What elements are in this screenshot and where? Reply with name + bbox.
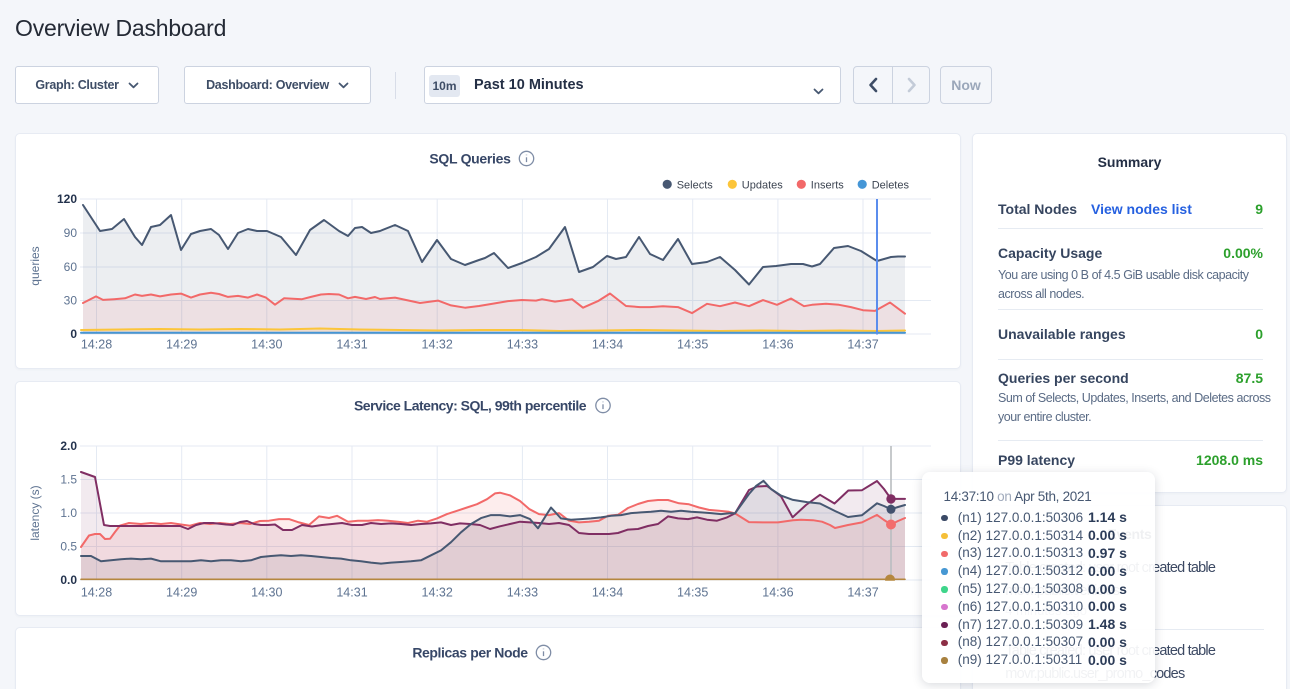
svg-text:14:30: 14:30	[251, 338, 282, 352]
svg-text:14:28: 14:28	[81, 586, 112, 600]
svg-text:14:33: 14:33	[507, 586, 538, 600]
svg-text:queries: queries	[28, 246, 42, 285]
svg-text:Updates: Updates	[742, 179, 783, 191]
svg-text:latency (s): latency (s)	[28, 485, 42, 540]
svg-text:60: 60	[64, 260, 78, 274]
svg-text:14:31: 14:31	[336, 586, 367, 600]
svg-text:Inserts: Inserts	[811, 179, 845, 191]
svg-text:14:30: 14:30	[251, 586, 282, 600]
svg-text:1.5: 1.5	[60, 473, 77, 487]
svg-text:SQL Queries: SQL Queries	[429, 151, 511, 167]
svg-text:2.0: 2.0	[60, 439, 77, 453]
svg-text:120: 120	[57, 192, 77, 206]
svg-text:14:29: 14:29	[166, 586, 197, 600]
svg-text:0.0: 0.0	[60, 573, 77, 587]
svg-text:14:32: 14:32	[422, 338, 453, 352]
svg-text:14:36: 14:36	[762, 586, 793, 600]
svg-text:14:37: 14:37	[847, 338, 878, 352]
svg-text:14:37: 14:37	[847, 586, 878, 600]
svg-text:14:35: 14:35	[677, 586, 708, 600]
svg-text:1.0: 1.0	[60, 506, 77, 520]
svg-text:14:34: 14:34	[592, 338, 623, 352]
svg-text:14:35: 14:35	[677, 338, 708, 352]
svg-text:30: 30	[64, 294, 78, 308]
svg-text:0: 0	[70, 327, 77, 341]
svg-text:14:34: 14:34	[592, 586, 623, 600]
svg-text:90: 90	[64, 226, 78, 240]
svg-text:Service Latency: SQL, 99th per: Service Latency: SQL, 99th percentile	[354, 398, 587, 414]
svg-text:14:36: 14:36	[762, 338, 793, 352]
svg-text:14:31: 14:31	[336, 338, 367, 352]
svg-text:14:33: 14:33	[507, 338, 538, 352]
svg-text:14:28: 14:28	[81, 338, 112, 352]
svg-text:Replicas per Node: Replicas per Node	[412, 645, 528, 661]
svg-text:14:32: 14:32	[422, 586, 453, 600]
svg-text:Deletes: Deletes	[872, 179, 910, 191]
svg-text:14:29: 14:29	[166, 338, 197, 352]
svg-text:Selects: Selects	[677, 179, 714, 191]
svg-text:0.5: 0.5	[60, 540, 77, 554]
